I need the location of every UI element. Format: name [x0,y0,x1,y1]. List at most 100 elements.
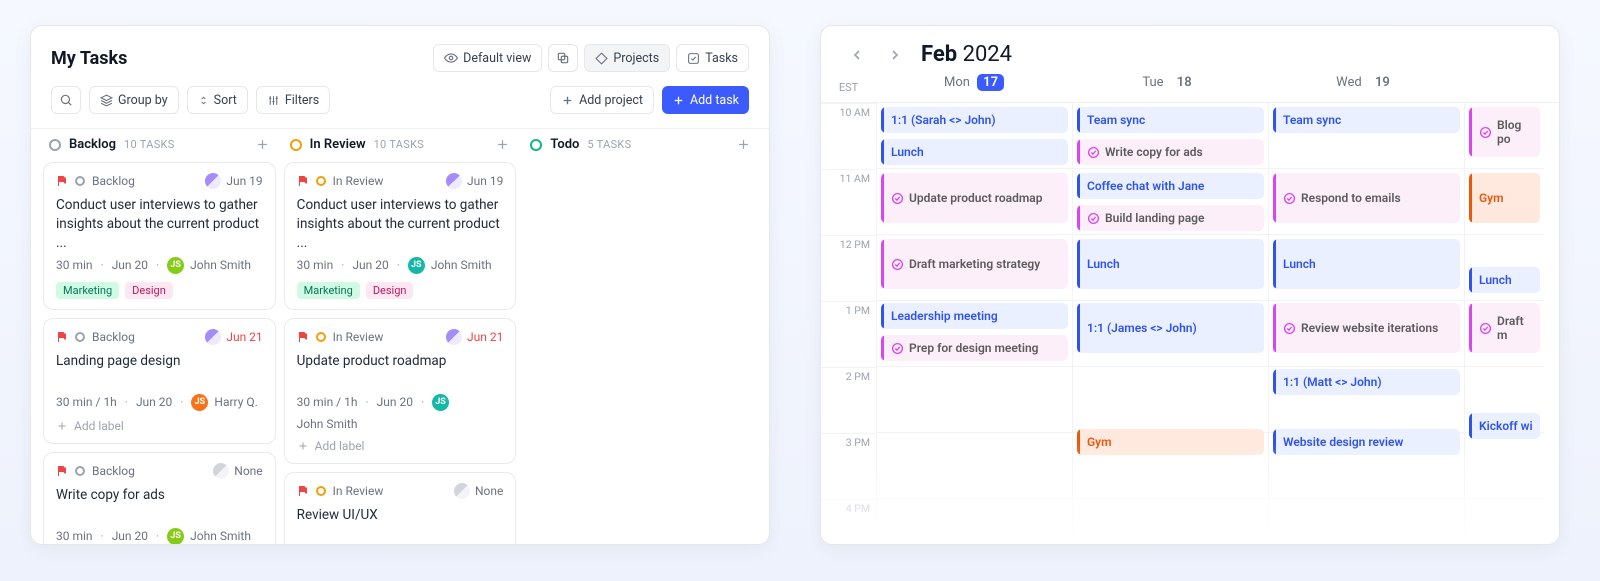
calendar-event[interactable]: Prep for design meeting [881,335,1068,361]
hour-label: 1 PM [821,301,876,367]
calendar-event[interactable]: Draft marketing strategy [881,239,1068,289]
add-label-button[interactable]: Add label [297,439,504,453]
day-column[interactable]: 1:1 (Sarah <> John) Lunch Update product r… [876,103,1072,544]
assignee-avatar[interactable]: JS [167,257,184,274]
calendar-event[interactable]: 1:1 (Matt <> John) [1273,369,1460,395]
tag-chip[interactable]: Design [125,282,173,299]
assignee-avatar[interactable]: JS [432,394,449,411]
calendar-event[interactable]: Gym [1469,173,1540,223]
add-card-button[interactable] [255,137,270,152]
calendar-event[interactable]: Kickoff wi [1469,413,1540,439]
search-button[interactable] [51,86,81,114]
calendar-panel: Feb 2024 EST Mon 17Tue 18Wed 19 10 AM11 … [820,25,1560,545]
task-card[interactable]: In Review Jun 19 Conduct user interviews… [284,162,517,310]
event-title: Website design review [1283,435,1403,449]
task-card[interactable]: Backlog None Write copy for ads 30 min J… [43,452,276,544]
add-label-text: Add label [74,419,124,433]
calendar-event[interactable]: Build landing page [1077,205,1264,231]
filters-button[interactable]: Filters [256,86,330,114]
groupby-button[interactable]: Group by [89,86,179,114]
tag-chip[interactable]: Design [366,282,414,299]
card-top-row: Backlog Jun 19 [56,173,263,189]
tag-chip[interactable]: Marketing [297,282,360,299]
calendar-event[interactable]: Lunch [881,139,1068,165]
task-card[interactable]: In Review None Review UI/UX 30 min Jun 1… [284,472,517,544]
calendar-event[interactable]: 1:1 (Sarah <> John) [881,107,1068,133]
kanban-column: In Review 10 TASKS In Review Jun 19 Cond… [284,129,517,532]
calendar-title: Feb 2024 [921,42,1012,67]
day-header[interactable]: Wed 19 [1268,75,1464,94]
tasks-tab[interactable]: Tasks [676,44,749,72]
add-project-button[interactable]: Add project [550,86,654,114]
event-title: Coffee chat with Jane [1087,179,1204,193]
card-title: Landing page design [56,352,263,372]
day-header[interactable]: Mon 17 [876,75,1072,94]
add-task-button[interactable]: Add task [662,86,749,114]
card-top-row: Backlog Jun 21 [56,329,263,345]
task-card[interactable]: Backlog Jun 21 Landing page design 30 mi… [43,318,276,444]
due-date-badge[interactable]: None [454,483,503,499]
view-switcher: Default view Projects Tasks [433,44,749,72]
calendar-event[interactable]: Write copy for ads [1077,139,1264,165]
calendar-event[interactable]: Lunch [1469,267,1540,293]
default-view-button[interactable]: Default view [433,44,542,72]
calendar-event[interactable]: Team sync [1273,107,1460,133]
task-card[interactable]: Backlog Jun 19 Conduct user interviews t… [43,162,276,310]
kanban-columns: Backlog 10 TASKS Backlog Jun 19 Conduct … [31,129,769,544]
event-title: 1:1 (James <> John) [1087,321,1197,335]
due-date-badge[interactable]: Jun 19 [446,173,503,189]
my-tasks-panel: My Tasks Default view Projects Tasks [30,25,770,545]
calendar-event[interactable]: Respond to emails [1273,173,1460,223]
calendar-event[interactable]: Lunch [1273,239,1460,289]
calendar-event[interactable]: Leadership meeting [881,303,1068,329]
chip-row: Marketing Design [297,282,504,299]
assignee-avatar[interactable]: JS [408,257,425,274]
due-date-badge[interactable]: Jun 21 [205,329,262,345]
event-title: Build landing page [1105,211,1204,225]
prev-month-button[interactable] [845,43,869,67]
day-column[interactable]: Team sync Respond to emails Lunch Review we… [1268,103,1464,544]
add-card-button[interactable] [736,137,751,152]
calendar-event[interactable]: Lunch [1077,239,1264,289]
card-top-row: In Review Jun 19 [297,173,504,189]
due-date-text: Jun 21 [226,330,262,344]
due-date-badge[interactable]: Jun 21 [446,329,503,345]
projects-tab[interactable]: Projects [584,44,670,72]
day-column[interactable]: Blog po Gym Lunch Draft m Kickoff wi [1464,103,1544,544]
tag-chip[interactable]: Marketing [56,282,119,299]
add-card-button[interactable] [495,137,510,152]
plus-icon [736,137,751,152]
calendar-event[interactable]: Website design review [1273,429,1460,455]
day-header[interactable] [1464,75,1544,94]
calendar-event[interactable]: Update product roadmap [881,173,1068,223]
calendar-event[interactable]: 1:1 (James <> John) [1077,303,1264,353]
column-header: Todo 5 TASKS [524,129,757,162]
task-card[interactable]: In Review Jun 21 Update product roadmap … [284,318,517,464]
calendar-event[interactable]: Coffee chat with Jane [1077,173,1264,199]
assignee-avatar[interactable]: JS [167,528,184,544]
due-date-badge[interactable]: None [213,463,262,479]
assignee-avatar[interactable]: JS [191,394,208,411]
add-task-label: Add task [690,93,739,108]
calendar-event[interactable]: Team sync [1077,107,1264,133]
calendar-event[interactable]: Blog po [1469,107,1540,157]
add-label-button[interactable]: Add label [56,419,263,433]
assignee-name: John Smith [297,417,358,431]
timezone-label: EST [821,75,876,94]
calendar-month: Feb [921,42,957,67]
flag-icon [297,175,309,187]
event-title: Team sync [1087,113,1145,127]
sort-button[interactable]: Sort [187,86,248,114]
filters-label: Filters [285,93,319,108]
card-title: Update product roadmap [297,352,504,372]
calendar-event[interactable]: Draft m [1469,303,1540,353]
meta-separator [99,529,106,543]
calendar-event[interactable]: Gym [1077,429,1264,455]
duplicate-view-button[interactable] [548,44,578,72]
due-date-badge[interactable]: Jun 19 [205,173,262,189]
calendar-event[interactable]: Review website iterations [1273,303,1460,353]
next-month-button[interactable] [883,43,907,67]
check-circle-icon [891,342,904,355]
day-header[interactable]: Tue 18 [1072,75,1268,94]
day-column[interactable]: Team sync Write copy for ads Coffee chat w… [1072,103,1268,544]
